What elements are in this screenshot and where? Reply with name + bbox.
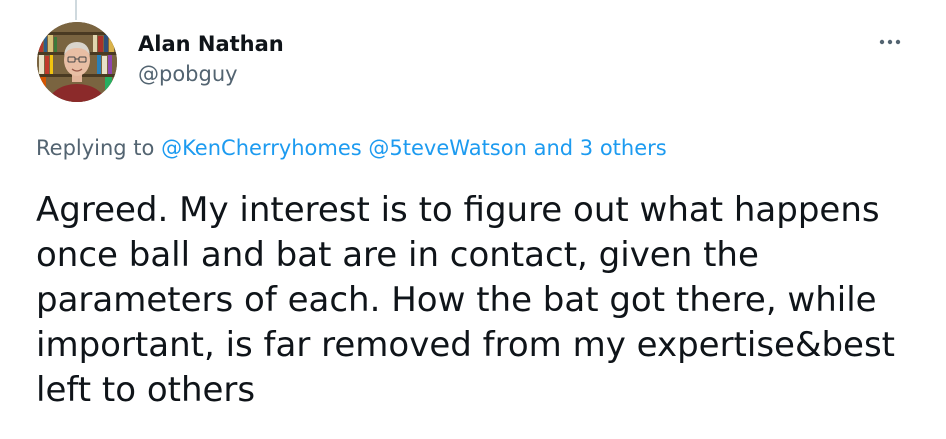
mention-link-5tevewatson[interactable]: @5teveWatson — [368, 136, 526, 160]
replying-to-line: Replying to @KenCherryhomes @5teveWatson… — [36, 134, 667, 162]
more-dots-icon — [879, 39, 901, 45]
replying-to-label: Replying to — [36, 136, 162, 160]
thread-connector-line — [75, 0, 77, 20]
author-handle[interactable]: @pobguy — [138, 60, 284, 88]
mention-link-kencherryhomes[interactable]: @KenCherryhomes — [161, 136, 362, 160]
tweet-header: Alan Nathan @pobguy — [138, 30, 284, 88]
avatar-photo — [37, 22, 117, 102]
more-options-button[interactable] — [872, 28, 908, 56]
others-link[interactable]: and 3 others — [534, 136, 667, 160]
tweet-text: Agreed. My interest is to figure out wha… — [36, 190, 896, 410]
author-display-name[interactable]: Alan Nathan — [138, 30, 284, 58]
avatar[interactable] — [37, 22, 117, 102]
